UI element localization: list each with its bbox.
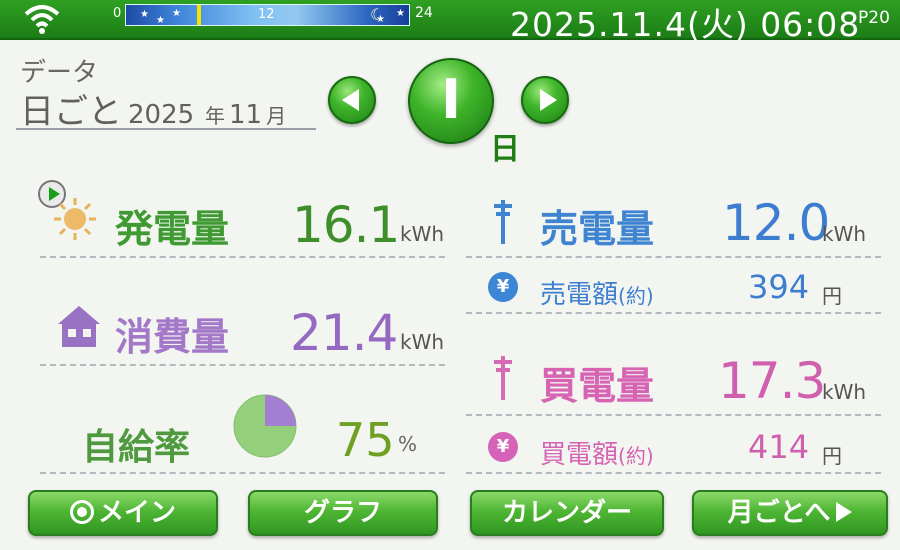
buy-amount-label: 買電額(約) [540, 434, 654, 471]
buy-label: 買電量 [540, 364, 655, 408]
sell-amount-unit: 円 [822, 284, 842, 308]
moon-icon: ☾ [370, 5, 385, 24]
sell-unit: kWh [822, 222, 867, 246]
self-sufficiency-value: 75 [336, 413, 395, 467]
period-title: 日ごと 2025 年 11 月 [20, 84, 286, 133]
yen-icon: ¥ [488, 272, 518, 302]
graph-button-label: グラフ [303, 498, 382, 528]
timeline-end-label: 24 [415, 5, 433, 21]
generation-value: 16.1 [292, 196, 400, 254]
timeline-start-label: 0 [113, 6, 122, 21]
buy-amount-label-text: 買電額 [540, 440, 619, 470]
timeline-mid-label: 12 [258, 7, 275, 22]
sell-amount-label: 売電額(約) [540, 274, 654, 311]
star-icon: ★ [140, 9, 149, 20]
generation-unit: kWh [400, 222, 445, 246]
main-button[interactable]: メイン [28, 490, 218, 536]
year-suffix: 年 [204, 104, 225, 128]
house-icon [58, 306, 100, 347]
day-selector-button[interactable]: I [408, 58, 494, 144]
divider [466, 472, 881, 474]
power-tower-icon [494, 200, 512, 244]
calendar-button[interactable]: カレンダー [470, 490, 664, 536]
page-indicator: P20 [858, 8, 890, 28]
day-timeline: ★ ★ ★ ★ ★ 12 ☾ [125, 4, 410, 26]
main-button-label: メイン [97, 498, 176, 528]
period-label: 日ごと [20, 92, 122, 132]
consumption-value: 21.4 [290, 304, 398, 362]
triangle-right-icon [540, 89, 557, 111]
next-day-button[interactable] [521, 76, 569, 124]
self-sufficiency-unit: % [398, 432, 418, 456]
sell-amount-label-text: 売電額 [540, 280, 619, 310]
star-icon: ★ [156, 15, 165, 26]
divider [40, 472, 445, 474]
buy-unit: kWh [822, 380, 867, 404]
divider [466, 414, 881, 416]
sell-label: 売電量 [540, 207, 655, 251]
divider [40, 256, 445, 258]
consumption-unit: kWh [400, 330, 445, 354]
star-icon: ★ [172, 8, 181, 19]
generation-label: 発電量 [115, 207, 230, 251]
period-month: 11 [228, 100, 263, 130]
approx-note: (約) [618, 284, 654, 308]
monthly-button[interactable]: 月ごとへ [692, 490, 888, 536]
pie-purchased-slice [265, 395, 296, 426]
prev-day-button[interactable] [328, 76, 376, 124]
graph-button[interactable]: グラフ [248, 490, 438, 536]
approx-note: (約) [618, 444, 654, 468]
calendar-button-label: カレンダー [501, 498, 632, 528]
wifi-icon [24, 5, 60, 34]
title-underline [16, 128, 316, 130]
current-time-marker [197, 5, 202, 25]
divider [40, 364, 445, 366]
buy-value: 17.3 [718, 352, 826, 410]
divider [466, 312, 881, 314]
consumption-label: 消費量 [115, 315, 230, 359]
monthly-button-label: 月ごとへ [727, 498, 831, 528]
current-datetime: 2025.11.4(火) 06:08 [510, 5, 861, 44]
day-unit-label: 日 [490, 132, 520, 167]
buy-amount-unit: 円 [822, 444, 842, 468]
sun-icon [54, 198, 96, 240]
period-year: 2025 [128, 100, 195, 130]
self-sufficiency-label: 自給率 [82, 427, 191, 468]
sell-value: 12.0 [722, 194, 830, 252]
sun-icon [69, 499, 94, 524]
divider [466, 256, 881, 258]
self-sufficiency-pie [233, 394, 297, 458]
buy-amount-value: 414 [748, 428, 810, 466]
month-suffix: 月 [266, 104, 287, 128]
star-icon: ★ [396, 8, 405, 19]
triangle-left-icon [342, 89, 359, 111]
yen-icon: ¥ [488, 432, 518, 462]
arrow-right-icon [836, 501, 853, 522]
status-bar: 0 ★ ★ ★ ★ ★ 12 ☾ 24 2025.11.4(火) 06:08 P… [0, 0, 900, 44]
sell-amount-value: 394 [748, 268, 810, 306]
power-tower-icon [494, 356, 512, 400]
